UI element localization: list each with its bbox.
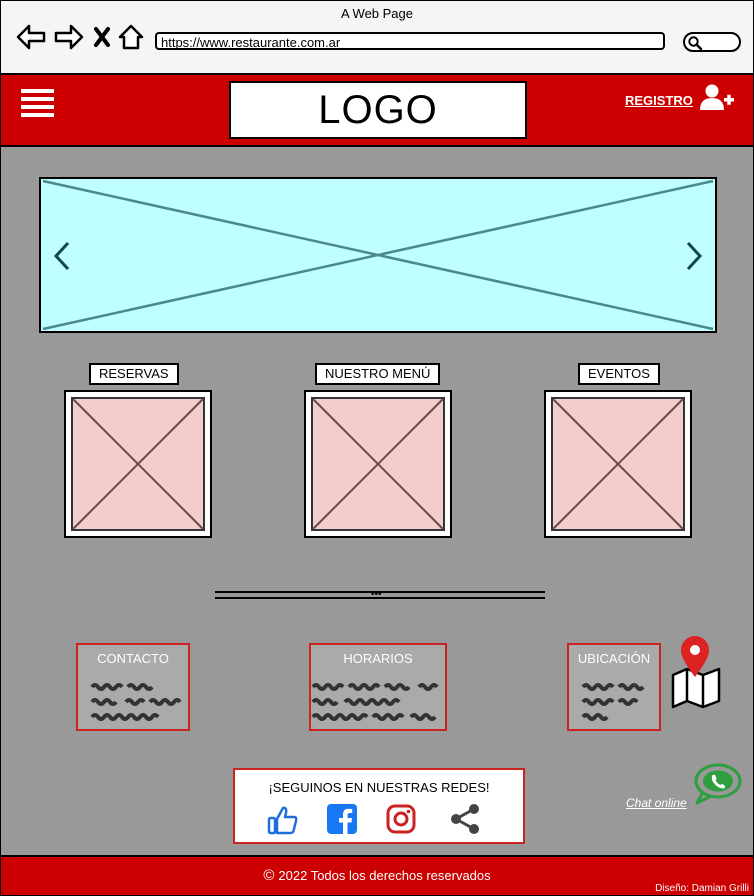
card-image-menu[interactable]: [304, 390, 452, 538]
footer-copyright-text: 2022 Todos los derechos reservados: [278, 868, 491, 883]
forward-arrow-icon[interactable]: [53, 23, 85, 51]
placeholder-text-scribble: [581, 683, 645, 721]
image-placeholder-icon: [312, 398, 444, 530]
carousel-next-arrow-icon[interactable]: [683, 241, 703, 271]
card-image-eventos[interactable]: [544, 390, 692, 538]
carousel-prev-arrow-icon[interactable]: [53, 241, 73, 271]
card-label-menu[interactable]: NUESTRO MENÚ: [315, 363, 441, 385]
user-add-icon[interactable]: [699, 83, 735, 113]
instagram-icon[interactable]: [386, 804, 416, 834]
back-arrow-icon[interactable]: [15, 23, 47, 51]
image-carousel: [39, 177, 717, 333]
card-label-eventos[interactable]: EVENTOS: [578, 363, 660, 385]
copyright-icon: ©: [263, 867, 275, 884]
site-footer: © 2022 Todos los derechos reservados Dise…: [1, 855, 753, 895]
home-icon[interactable]: [117, 23, 145, 51]
placeholder-text-scribble: [90, 683, 182, 721]
chat-online-link[interactable]: Chat online: [626, 796, 687, 810]
design-credit: Diseño: Damian Grilli: [655, 883, 749, 894]
card-label-reservas[interactable]: RESERVAS: [89, 363, 179, 385]
hamburger-menu-icon[interactable]: [21, 89, 55, 117]
whatsapp-icon[interactable]: [691, 761, 743, 805]
thumbs-up-icon[interactable]: [267, 804, 299, 836]
register-link[interactable]: REGISTRO: [625, 93, 693, 108]
app-window: A Web Page https://www.restaurante.com.a…: [0, 0, 754, 896]
map-location-icon[interactable]: [669, 635, 723, 709]
window-title: A Web Page: [340, 6, 414, 21]
placeholder-text-scribble: [311, 683, 439, 721]
search-icon: [688, 36, 703, 51]
social-title: ¡SEGUINOS EN NUESTRAS REDES!: [268, 780, 490, 795]
image-placeholder-icon: [552, 398, 684, 530]
card-image-reservas[interactable]: [64, 390, 212, 538]
info-box-ubicacion: UBICACIÓN: [567, 643, 661, 731]
image-placeholder-icon: [72, 398, 204, 530]
facebook-icon[interactable]: [327, 804, 357, 834]
share-icon[interactable]: [449, 804, 481, 834]
info-box-contacto: CONTACTO: [76, 643, 190, 731]
search-box[interactable]: [683, 32, 741, 52]
url-bar[interactable]: https://www.restaurante.com.ar: [155, 32, 665, 50]
info-box-horarios: HORARIOS: [309, 643, 447, 731]
close-icon[interactable]: [93, 23, 111, 51]
site-logo[interactable]: LOGO: [229, 81, 527, 139]
browser-chrome: A Web Page https://www.restaurante.com.a…: [1, 1, 753, 75]
site-header: LOGO REGISTRO: [1, 75, 753, 147]
carousel-placeholder-image: [42, 179, 714, 331]
social-networks-box: ¡SEGUINOS EN NUESTRAS REDES!: [233, 768, 525, 844]
divider-ellipsis: •••: [371, 589, 382, 600]
